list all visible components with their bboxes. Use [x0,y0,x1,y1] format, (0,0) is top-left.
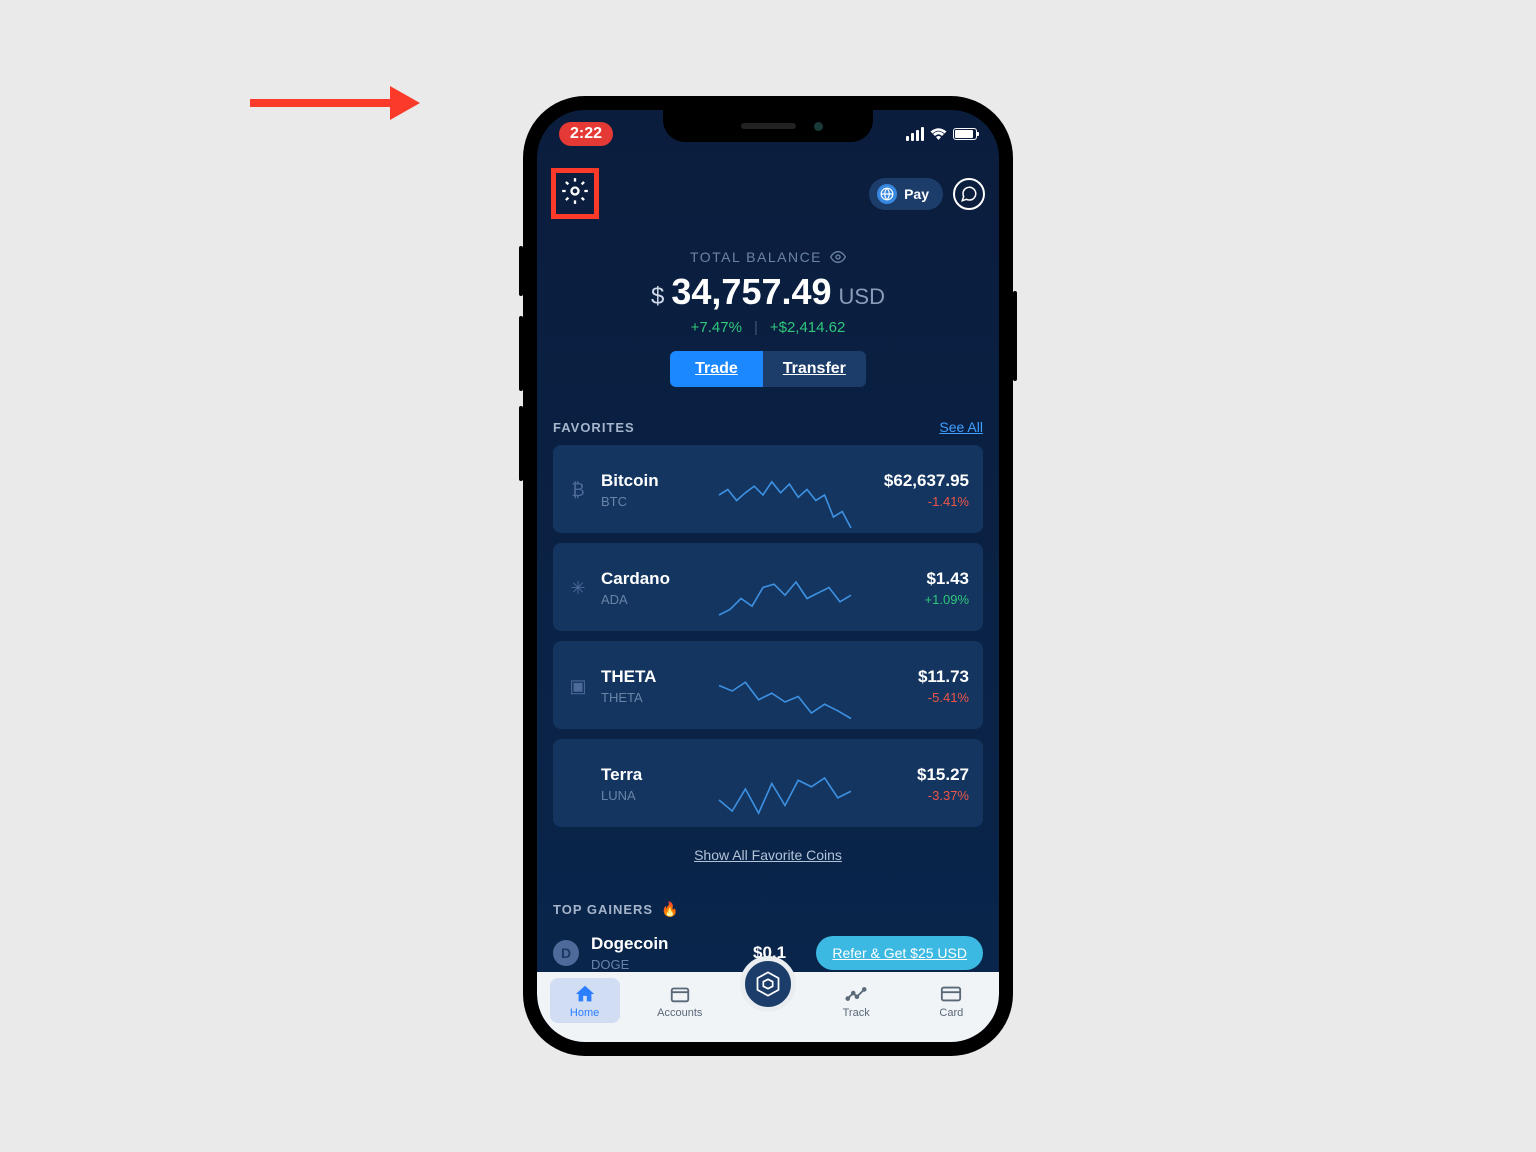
coin-row-bitcoin[interactable]: ₿ BitcoinBTC $62,637.95-1.41% [553,445,983,533]
settings-highlight [551,168,599,219]
flame-icon: 🔥 [661,901,678,918]
bitcoin-icon: ₿ [567,479,589,501]
pay-label: Pay [904,186,929,202]
pay-globe-icon [877,184,897,204]
refer-banner[interactable]: Refer & Get $25 USD [816,936,983,970]
balance-amount: $ 34,757.49 USD [557,271,979,313]
cardano-icon: ✳ [567,577,589,599]
status-time: 2:22 [559,122,613,146]
bottom-nav: Home Accounts Track Card [537,972,999,1042]
sparkline [703,473,867,528]
nav-card[interactable]: Card [916,978,986,1019]
sparkline [703,669,867,724]
coin-row-cardano[interactable]: ✳ CardanoADA $1.43+1.09% [553,543,983,631]
nav-home[interactable]: Home [550,978,620,1023]
terra-icon [567,773,589,795]
settings-button[interactable] [561,177,589,210]
card-icon [940,983,962,1005]
balance-label: TOTAL BALANCE [690,249,822,265]
transfer-button[interactable]: Transfer [763,351,866,387]
favorites-list: ₿ BitcoinBTC $62,637.95-1.41% ✳ CardanoA… [537,445,999,827]
phone-notch [663,110,873,142]
eye-icon[interactable] [830,249,846,265]
chat-icon [960,185,978,203]
phone-frame: 2:22 Pay [523,96,1013,1056]
battery-icon [953,128,977,140]
show-all-coins-link[interactable]: Show All Favorite Coins [537,827,999,883]
favorites-title: FAVORITES [553,420,635,435]
app-header: Pay [537,150,999,237]
theta-icon: ▣ [567,675,589,697]
see-all-link[interactable]: See All [939,419,983,435]
nav-track[interactable]: Track [821,978,891,1019]
phone-screen: 2:22 Pay [537,110,999,1042]
nav-center-logo[interactable] [740,956,796,1012]
home-icon [574,983,596,1005]
sparkline [703,767,867,822]
top-gainers-title: TOP GAINERS [553,902,653,917]
track-icon [845,983,867,1005]
annotation-arrow [250,78,420,133]
nav-accounts[interactable]: Accounts [645,978,715,1019]
dogecoin-icon: D [553,940,579,966]
wifi-icon [930,128,947,141]
balance-section: TOTAL BALANCE $ 34,757.49 USD +7.47%|+$2… [537,237,999,399]
status-icons [906,127,977,141]
chat-button[interactable] [953,178,985,210]
crypto-logo-icon [754,970,782,998]
signal-icon [906,127,924,141]
trade-button[interactable]: Trade [670,351,763,387]
coin-row-terra[interactable]: TerraLUNA $15.27-3.37% [553,739,983,827]
wallet-icon [669,983,691,1005]
coin-row-theta[interactable]: ▣ THETATHETA $11.73-5.41% [553,641,983,729]
pay-button[interactable]: Pay [869,178,943,210]
sparkline [703,571,867,626]
balance-change: +7.47%|+$2,414.62 [557,319,979,336]
gear-icon [561,177,589,205]
